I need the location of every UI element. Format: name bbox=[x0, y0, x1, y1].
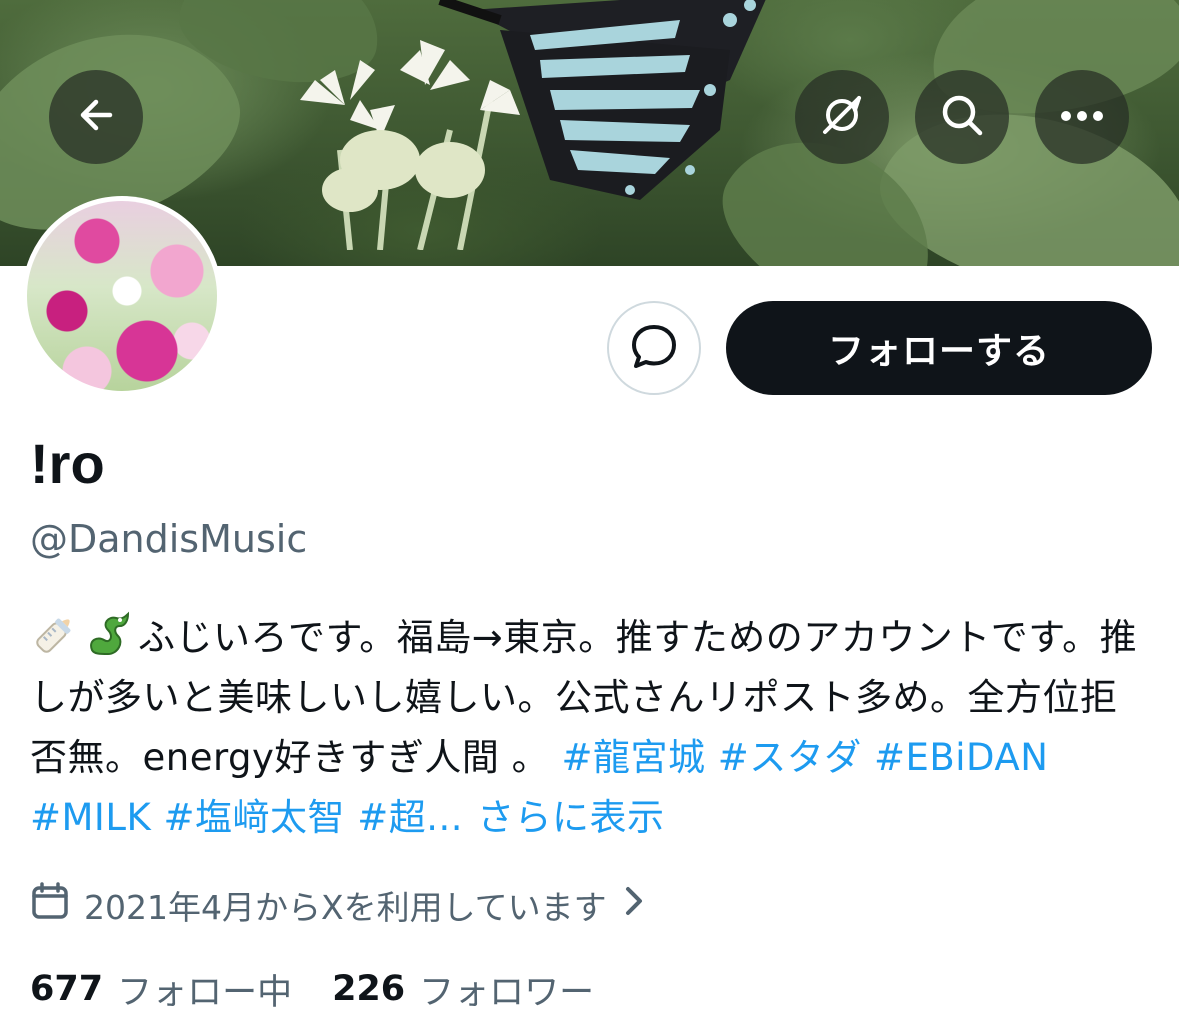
more-horizontal-icon bbox=[1059, 108, 1105, 127]
followers-label: フォロワー bbox=[419, 972, 595, 1013]
dragon-emoji bbox=[84, 610, 134, 658]
grok-button[interactable] bbox=[795, 70, 889, 164]
joined-date-row[interactable]: 2021年4月からXを利用しています bbox=[30, 880, 645, 930]
hashtag-link[interactable]: #龍宮城 bbox=[561, 736, 705, 779]
follow-button[interactable]: フォローする bbox=[726, 301, 1152, 395]
arrow-left-icon bbox=[76, 95, 116, 139]
message-button[interactable] bbox=[607, 301, 701, 395]
hashtag-link[interactable]: #塩﨑太智 bbox=[163, 796, 345, 839]
hashtag-link[interactable]: #超... bbox=[357, 796, 463, 839]
following-label: フォロー中 bbox=[117, 972, 293, 1013]
search-icon bbox=[939, 92, 985, 142]
show-more-link[interactable]: さらに表示 bbox=[477, 796, 665, 839]
follow-stats: 677 フォロー中 226 フォロワー bbox=[30, 962, 594, 1016]
grok-icon bbox=[819, 92, 865, 142]
message-bubble-icon bbox=[628, 320, 680, 376]
following-count: 677 bbox=[30, 969, 104, 1009]
avatar-image bbox=[27, 201, 217, 391]
followers-link[interactable]: 226 フォロワー bbox=[332, 964, 594, 1015]
search-button[interactable] bbox=[915, 70, 1009, 164]
chevron-right-icon bbox=[623, 885, 645, 925]
flowers-image bbox=[300, 40, 520, 250]
baby-bottle-emoji bbox=[30, 610, 80, 658]
followers-count: 226 bbox=[332, 969, 406, 1009]
following-link[interactable]: 677 フォロー中 bbox=[30, 964, 292, 1015]
calendar-icon bbox=[30, 881, 70, 929]
user-handle: @DandisMusic bbox=[30, 517, 308, 561]
hashtag-link[interactable]: #スタダ bbox=[718, 736, 862, 779]
hashtag-link[interactable]: #MILK bbox=[30, 796, 151, 839]
back-button[interactable] bbox=[49, 70, 143, 164]
joined-date-text: 2021年4月からXを利用しています bbox=[84, 888, 607, 927]
hashtag-link[interactable]: #EBiDAN bbox=[874, 736, 1048, 779]
avatar[interactable] bbox=[22, 196, 222, 396]
display-name: !ro bbox=[30, 432, 105, 495]
more-button[interactable] bbox=[1035, 70, 1129, 164]
profile-bio: ふじいろです。福島→東京。推すためのアカウントです。推しが多いと美味しいし嬉しい… bbox=[30, 608, 1150, 848]
